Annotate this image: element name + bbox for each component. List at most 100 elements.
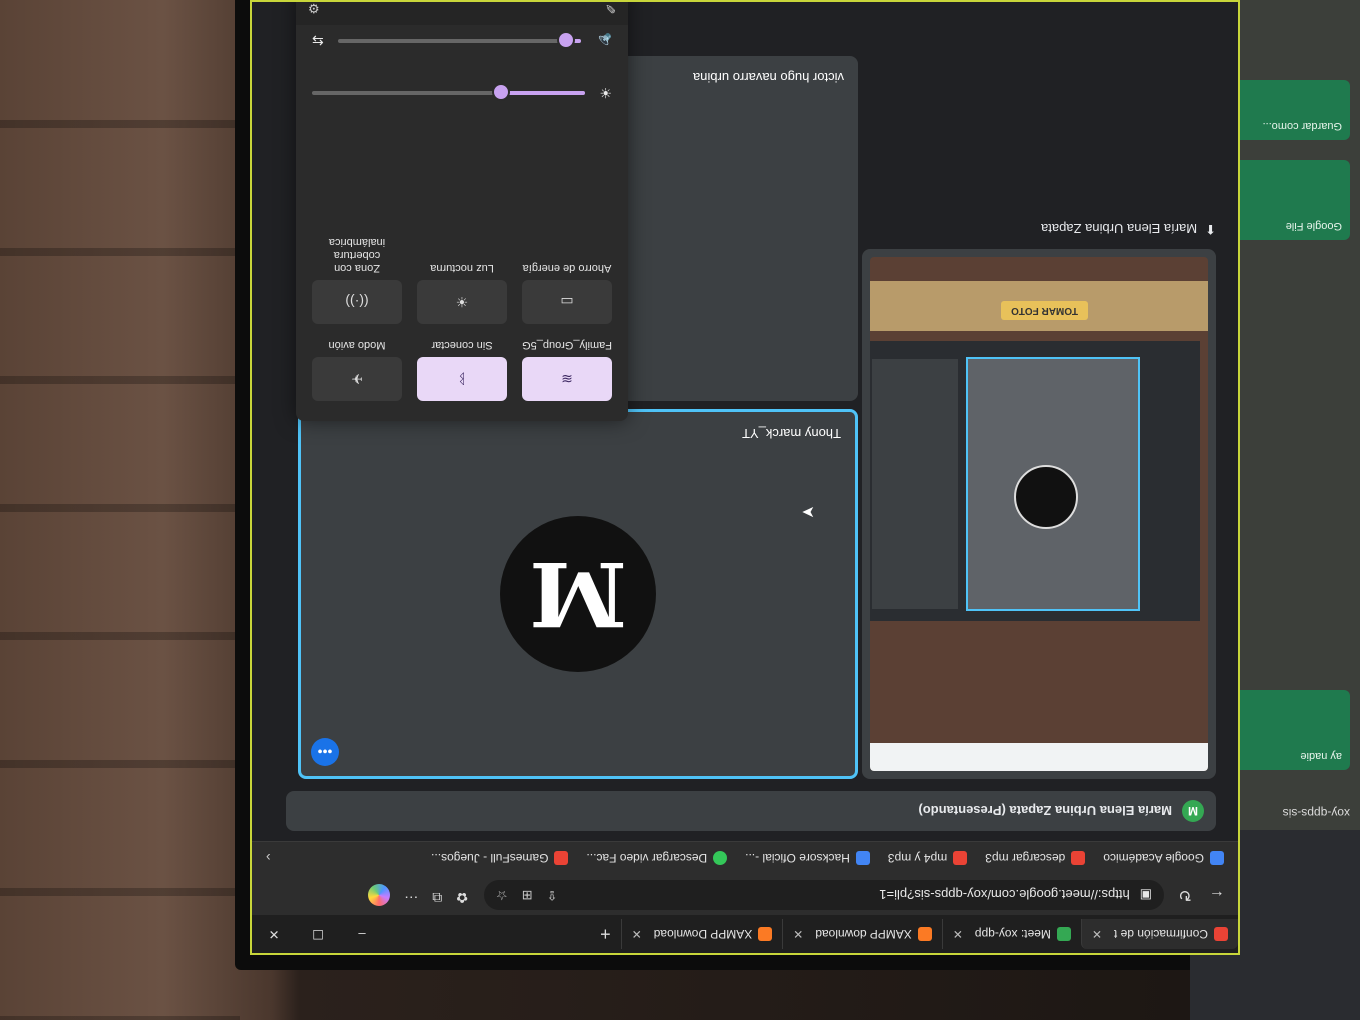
shared-screen-content: TOMAR FOTO	[870, 257, 1208, 771]
presenting-banner: M María Elena Urbina Zapata (Presentando…	[286, 791, 1216, 831]
bookmark-favicon-icon	[953, 851, 968, 866]
bookmark-favicon-icon	[554, 851, 569, 866]
airplane-icon: ✈	[351, 371, 363, 388]
toggle-label: Ahorro de energía	[522, 262, 612, 274]
wifi-toggle[interactable]: ≋	[522, 357, 612, 401]
toggle-label: Zona con cobertura inalámbrica	[328, 236, 386, 274]
shared-browser-chrome	[870, 743, 1208, 771]
bookmark-label: Descargar video Fac...	[586, 851, 708, 866]
shared-screen-tile[interactable]: TOMAR FOTO	[862, 249, 1216, 779]
reload-icon[interactable]: ↻	[1174, 885, 1196, 905]
volume-icon: 🔈	[594, 33, 612, 50]
close-icon[interactable]: ✕	[953, 927, 963, 941]
tab-xampp-2[interactable]: XAMPP Download ✕	[620, 919, 783, 949]
brightness-fill	[503, 91, 586, 95]
bookmark-label: Hacksore Oficial -...	[745, 851, 850, 866]
participant-tile[interactable]: M Thony marck_YT ••• ➤	[298, 409, 858, 779]
close-icon[interactable]: ✕	[1092, 927, 1102, 941]
bookmark-item[interactable]: Hacksore Oficial -...	[745, 851, 870, 866]
bookmark-label: mp4 y mp3	[887, 851, 948, 866]
shared-screen-label: ⬆ María Elena Urbina Zapata	[862, 215, 1216, 243]
bookmark-item[interactable]: GamesFull - Juegos...	[431, 851, 569, 866]
bluetooth-icon: ᛒ	[457, 371, 467, 387]
bookmark-label: Google Académico	[1103, 851, 1204, 866]
shared-active-tile	[966, 357, 1140, 611]
present-to-all-icon: ⬆	[1205, 222, 1216, 237]
presenting-text: María Elena Urbina Zapata (Presentando)	[918, 803, 1172, 819]
airplane-toggle[interactable]: ✈	[312, 357, 402, 401]
side-card-label: ay nadie	[1300, 750, 1342, 762]
bookmark-item[interactable]: mp4 y mp3	[887, 851, 968, 866]
mouse-cursor-icon: ➤	[801, 503, 815, 520]
bluetooth-toggle[interactable]: ᛒ	[417, 357, 507, 401]
tab-label: XAMPP download	[815, 927, 912, 941]
bookmark-item[interactable]: Google Académico	[1103, 851, 1224, 866]
back-arrow-icon[interactable]: ←	[1206, 886, 1228, 904]
brightness-knob[interactable]	[492, 83, 511, 101]
close-icon[interactable]: ✕	[793, 927, 803, 941]
brightness-slider[interactable]	[312, 83, 586, 101]
share-icon[interactable]: ⇪	[547, 887, 558, 903]
close-window-button[interactable]: ✕	[252, 926, 296, 942]
brightness-row: ☀	[312, 83, 612, 103]
meet-call-area: M María Elena Urbina Zapata (Presentando…	[252, 0, 1238, 841]
bookmark-label: descargar mp3	[985, 851, 1066, 866]
shared-avatar	[1014, 465, 1078, 529]
gmail-icon	[1214, 927, 1228, 941]
battery-saver-toggle[interactable]: ▭	[522, 280, 612, 324]
window-controls: – ☐ ✕	[252, 926, 384, 942]
bookmark-item[interactable]: Descargar video Fac...	[586, 851, 728, 866]
quick-settings-panel: ≋ ᛒ ✈ Family_Group_5G Sin conectar Modo …	[296, 0, 628, 421]
battery-saver-icon: ▭	[560, 294, 574, 311]
more-options-icon[interactable]: •••	[311, 738, 339, 766]
audio-output-icon[interactable]: ⇆	[312, 33, 324, 50]
volume-slider[interactable]	[337, 31, 581, 49]
background-shelf	[0, 0, 240, 1020]
extensions-puzzle-icon[interactable]: ⧉	[432, 884, 442, 906]
tab-gmail[interactable]: Confirmación de t ✕	[1080, 919, 1238, 949]
bookmark-favicon-icon	[1210, 851, 1224, 866]
site-info-icon[interactable]: ▣	[1140, 887, 1152, 903]
shared-lower-strip: TOMAR FOTO	[870, 281, 1208, 331]
brightness-icon: ☀	[599, 85, 612, 102]
tab-meet[interactable]: Meet: xoy-qpp ✕	[941, 919, 1081, 949]
night-light-toggle[interactable]: ☀	[417, 280, 507, 324]
copilot-icon[interactable]	[368, 884, 391, 906]
app-install-icon[interactable]: ⊞	[522, 887, 533, 903]
bookmark-favicon-icon	[855, 851, 870, 866]
side-card-label: Google File	[1285, 220, 1342, 232]
bookmark-favicon-icon	[713, 851, 728, 866]
url-input[interactable]: ▣ https://meet.google.com/xoy-qpps-sis?p…	[484, 880, 1164, 910]
bookmark-item[interactable]: descargar mp3	[985, 851, 1086, 866]
favorite-star-icon[interactable]: ☆	[496, 887, 508, 903]
address-bar: ← ↻ ▣ https://meet.google.com/xoy-qpps-s…	[252, 875, 1238, 915]
settings-gear-icon[interactable]: ⚙	[308, 0, 320, 16]
monitor-screen: Confirmación de t ✕ Meet: xoy-qpp ✕ XAMP…	[250, 0, 1240, 955]
presenter-name: María Elena Urbina Zapata	[1041, 221, 1198, 237]
side-window-title: xoy-qpps-sis	[1282, 806, 1350, 820]
toggle-label: Family_Group_5G	[522, 339, 612, 351]
side-card-label: Guardar como...	[1262, 120, 1342, 132]
hotspot-icon: ((·))	[345, 294, 369, 310]
extension-icon[interactable]: ✿	[456, 884, 468, 906]
edit-icon[interactable]: ✎	[605, 0, 616, 16]
bookmarks-bar: Google Académico descargar mp3 mp4 y mp3…	[252, 841, 1238, 875]
bookmark-label: GamesFull - Juegos...	[431, 851, 549, 866]
minimize-button[interactable]: –	[340, 926, 384, 942]
quick-settings-footer: ✎ ⚙	[296, 0, 628, 25]
shared-side-panel	[872, 359, 958, 609]
toggle-label: Sin conectar	[431, 339, 493, 351]
new-tab-button[interactable]: +	[590, 924, 621, 945]
participant-avatar: M	[500, 516, 656, 672]
toggle-label: Modo avión	[328, 339, 386, 351]
volume-knob[interactable]	[557, 31, 576, 49]
hotspot-toggle[interactable]: ((·))	[312, 280, 402, 324]
bookmarks-more-chevron-icon[interactable]: ›	[266, 851, 271, 867]
toolbar-icons: ✿ ⧉ ⋯	[368, 884, 468, 906]
more-options-icon[interactable]: ⋯	[404, 884, 418, 906]
close-icon[interactable]: ✕	[632, 927, 642, 941]
maximize-button[interactable]: ☐	[296, 926, 340, 942]
bookmark-favicon-icon	[1071, 851, 1086, 866]
tab-xampp[interactable]: XAMPP download ✕	[782, 919, 942, 949]
shared-meet-grid	[870, 341, 1200, 621]
